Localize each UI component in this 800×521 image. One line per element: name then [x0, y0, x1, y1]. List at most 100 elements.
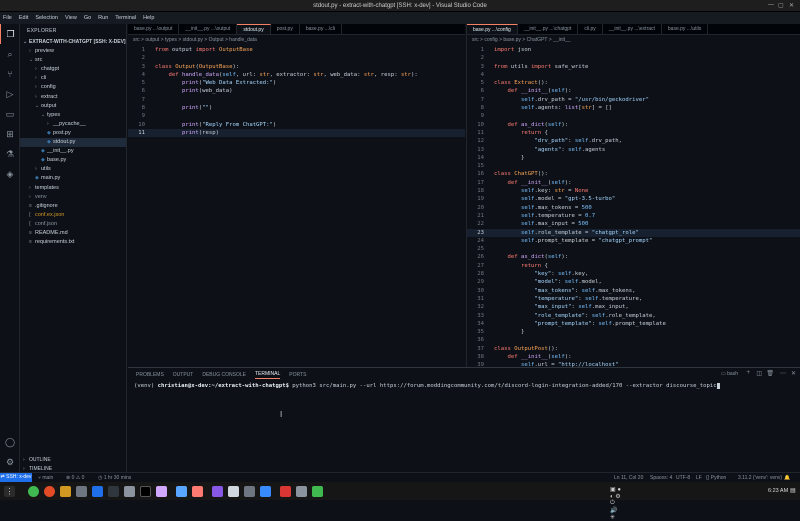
- python-interpreter[interactable]: 3.11.2 ('venv': venv): [738, 475, 782, 481]
- panel-tab-terminal[interactable]: TERMINAL: [254, 371, 281, 379]
- code-line[interactable]: 14 }: [467, 154, 800, 162]
- file-item[interactable]: ◆ base.py: [20, 156, 126, 165]
- code-line[interactable]: 3 from utils import safe_write: [467, 63, 800, 71]
- bell-icon[interactable]: 🔔: [784, 475, 790, 481]
- app-icon[interactable]: [312, 486, 323, 497]
- account-icon[interactable]: ◯: [0, 432, 20, 452]
- code-line[interactable]: 6 def __init__(self):: [467, 87, 800, 95]
- folder-item[interactable]: › chatgpt: [20, 65, 126, 74]
- remote-explorer-icon[interactable]: ▭: [0, 104, 20, 124]
- system-clock[interactable]: 6:23 AM: [768, 488, 788, 494]
- terminal-app-icon[interactable]: [140, 486, 151, 497]
- encoding[interactable]: UTF-8: [676, 475, 690, 481]
- code-line[interactable]: 30 "max_tokens": self.max_tokens,: [467, 287, 800, 295]
- code-line[interactable]: 8 print(""): [128, 104, 465, 112]
- code-line[interactable]: 3 class Output(OutputBase):: [128, 63, 465, 71]
- code-line[interactable]: 21 self.temperature = 0.7: [467, 212, 800, 220]
- code-line[interactable]: 33 "role_template": self.role_template,: [467, 312, 800, 320]
- search-icon[interactable]: ⌕: [0, 44, 20, 64]
- menu-item-help[interactable]: Help: [143, 15, 154, 21]
- code-line[interactable]: 37 class OutputPost():: [467, 345, 800, 353]
- code-line[interactable]: 7 self.drv_path = "/usr/bin/geckodriver": [467, 96, 800, 104]
- code-line[interactable]: 20 self.max_tokens = 500: [467, 204, 800, 212]
- code-editor-right[interactable]: 1 import json 2 3 from utils import safe_wri…: [467, 46, 800, 378]
- code-line[interactable]: 34 "prompt_template": self.prompt_templa…: [467, 320, 800, 328]
- code-line[interactable]: 11 return {: [467, 129, 800, 137]
- code-line[interactable]: 32 "max_input": self.max_input,: [467, 303, 800, 311]
- code-line[interactable]: 25: [467, 245, 800, 253]
- language-mode[interactable]: {} Python: [706, 475, 726, 481]
- vscode-icon[interactable]: [92, 486, 103, 497]
- folder-item[interactable]: › config: [20, 83, 126, 92]
- app-icon[interactable]: [108, 486, 119, 497]
- tray-icons[interactable]: ▣ ● ◐ ⚙ ⏻ 🔊 ✳: [610, 486, 621, 521]
- code-line[interactable]: 6 print(web_data): [128, 87, 465, 95]
- menu-item-selection[interactable]: Selection: [35, 15, 58, 21]
- run-debug-icon[interactable]: ▷: [0, 84, 20, 104]
- panel-tab-ports[interactable]: PORTS: [289, 372, 306, 379]
- filezilla-icon[interactable]: [280, 486, 291, 497]
- code-line[interactable]: 26 def as_dict(self):: [467, 253, 800, 261]
- outline-section[interactable]: › OUTLINE: [20, 456, 51, 465]
- code-line[interactable]: 1 import json: [467, 46, 800, 54]
- firefox-icon[interactable]: [44, 486, 55, 497]
- app-icon[interactable]: [212, 486, 223, 497]
- trash-icon[interactable]: 🗑: [766, 370, 774, 377]
- code-line[interactable]: 15: [467, 162, 800, 170]
- wakatime-indicator[interactable]: ◷ 1 hr 30 mins: [98, 475, 131, 481]
- app-grid-icon[interactable]: ⋮: [4, 486, 15, 497]
- code-line[interactable]: 7: [128, 96, 465, 104]
- remote-indicator[interactable]: ⇄ SSH: x-dev: [0, 473, 32, 482]
- minimize-icon[interactable]: —: [768, 2, 774, 8]
- maximize-icon[interactable]: ▢: [778, 2, 784, 9]
- new-terminal-icon[interactable]: +: [746, 370, 750, 376]
- editor-tab[interactable]: stdout.py: [237, 24, 271, 34]
- folder-item[interactable]: › templates: [20, 184, 126, 193]
- folder-item[interactable]: › extract: [20, 93, 126, 102]
- files-icon[interactable]: [60, 486, 71, 497]
- code-line[interactable]: 10 print("Reply From ChatGPT:"): [128, 121, 465, 129]
- code-line[interactable]: 29 "model": self.model,: [467, 278, 800, 286]
- code-line[interactable]: 10 def as_dict(self):: [467, 121, 800, 129]
- folder-item[interactable]: › cli: [20, 74, 126, 83]
- menu-item-view[interactable]: View: [65, 15, 77, 21]
- folder-item[interactable]: › __pycache__: [20, 120, 126, 129]
- code-line[interactable]: 31 "temperature": self.temperature,: [467, 295, 800, 303]
- python-icon[interactable]: ◈: [0, 164, 20, 184]
- text-editor-icon[interactable]: [76, 486, 87, 497]
- menu-item-terminal[interactable]: Terminal: [115, 15, 136, 21]
- folder-item[interactable]: › venv: [20, 193, 126, 202]
- code-line[interactable]: 5 class Extract():: [467, 79, 800, 87]
- file-item[interactable]: ◆ main.py: [20, 174, 126, 183]
- code-line[interactable]: 28 "key": self.key,: [467, 270, 800, 278]
- explorer-icon[interactable]: ❐: [0, 24, 20, 44]
- app-icon[interactable]: [244, 486, 255, 497]
- file-item[interactable]: ≡ README.md: [20, 229, 126, 238]
- code-line[interactable]: 22 self.max_input = 500: [467, 220, 800, 228]
- code-line[interactable]: 5 print("Web Data Extracted:"): [128, 79, 465, 87]
- file-item[interactable]: ≡ requirements.txt: [20, 238, 126, 247]
- code-line[interactable]: 17 def __init__(self):: [467, 179, 800, 187]
- code-line[interactable]: 1 from output import OutputBase: [128, 46, 465, 54]
- file-item[interactable]: {conf.ex.json: [20, 211, 126, 220]
- code-line[interactable]: 2: [128, 54, 465, 62]
- code-line[interactable]: 12 "drv_path": self.drv_path,: [467, 137, 800, 145]
- folder-item[interactable]: ⌄ output: [20, 102, 126, 111]
- code-line[interactable]: 13 "agents": self.agents: [467, 146, 800, 154]
- indentation[interactable]: Spaces: 4: [650, 475, 672, 481]
- app-icon[interactable]: [192, 486, 203, 497]
- code-line[interactable]: 2: [467, 54, 800, 62]
- code-line[interactable]: 27 return {: [467, 262, 800, 270]
- app-icon[interactable]: [156, 486, 167, 497]
- folder-item[interactable]: › utils: [20, 165, 126, 174]
- file-item[interactable]: ◆ post.py: [20, 129, 126, 138]
- app-icon[interactable]: [260, 486, 271, 497]
- code-line[interactable]: 23 self.role_template = "chatgpt_role": [467, 228, 800, 237]
- testing-icon[interactable]: ⚗: [0, 144, 20, 164]
- folder-item[interactable]: ⌄ src: [20, 56, 126, 65]
- code-line[interactable]: 36: [467, 336, 800, 344]
- code-line[interactable]: 35 }: [467, 328, 800, 336]
- folder-item[interactable]: ⌄ types: [20, 111, 126, 120]
- close-icon[interactable]: ✕: [789, 2, 794, 9]
- code-line[interactable]: 24 self.prompt_template = "chatgpt_promp…: [467, 237, 800, 245]
